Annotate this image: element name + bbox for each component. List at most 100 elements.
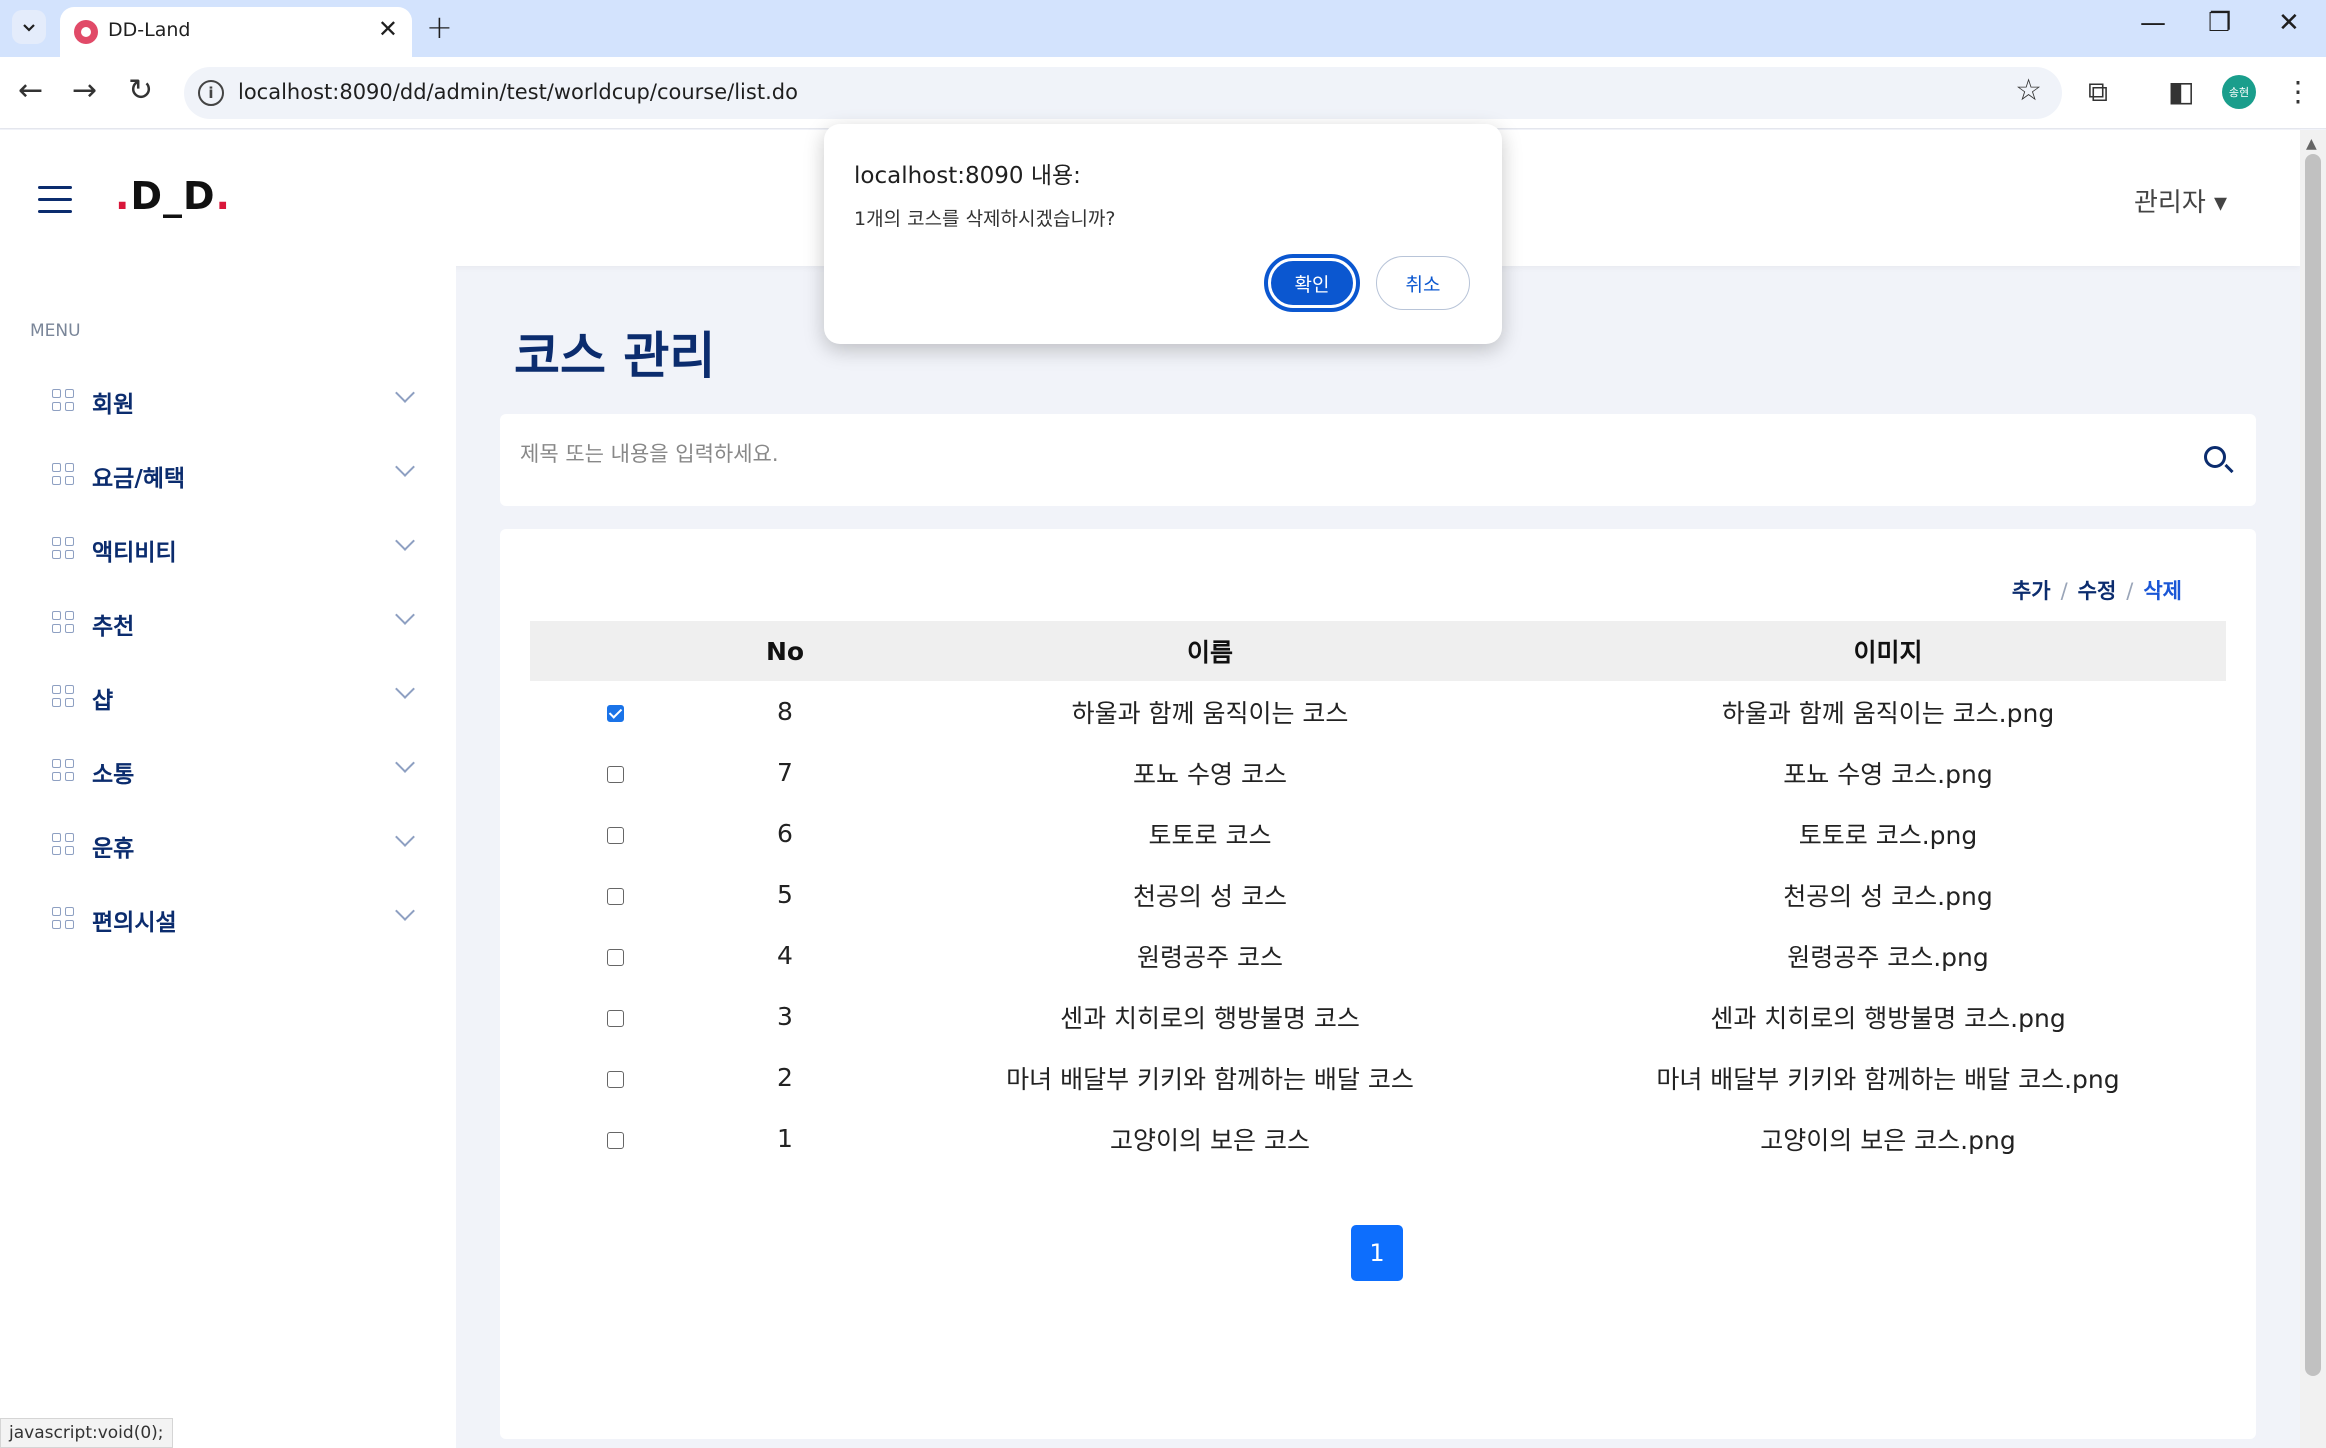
grid-icon [52,685,74,707]
confirm-ok-button[interactable]: 확인 [1264,254,1360,312]
row-checkbox[interactable] [606,887,624,905]
row-checkbox[interactable] [606,765,624,783]
column-header-select [530,621,700,681]
cell-no: 3 [777,1002,793,1031]
tab-close-icon[interactable]: ✕ [378,15,398,43]
table-row: 4 원령공주 코스 원령공주 코스.png [530,925,2226,986]
grid-icon [52,463,74,485]
cell-name: 포뇨 수영 코스 [1133,759,1287,789]
table-row: 3 센과 치히로의 행방불명 코스 센과 치히로의 행방불명 코스.png [530,986,2226,1047]
cell-image: 포뇨 수영 코스.png [1783,759,1993,789]
cell-no: 5 [777,880,793,909]
sidebar-item-label: 운휴 [92,836,135,862]
sidebar-item-member[interactable]: 회원 [52,380,415,420]
table-row: 6 토토로 코스 토토로 코스.png [530,803,2226,864]
cell-image: 마녀 배달부 키키와 함께하는 배달 코스.png [1656,1064,2120,1094]
table-actions: 추가 / 수정 / 삭제 [2012,575,2182,605]
cell-no: 6 [777,819,793,848]
cell-name: 천공의 성 코스 [1133,881,1287,911]
back-arrow-icon[interactable]: ← [18,73,43,108]
pagination-page-button[interactable]: 1 [1351,1225,1403,1281]
sidebar-item-closure[interactable]: 운휴 [52,824,415,864]
sidebar-item-community[interactable]: 소통 [52,750,415,790]
browser-menu-icon[interactable]: ⋮ [2284,75,2312,108]
window-close-button[interactable]: ✕ [2278,8,2300,38]
search-box [500,414,2256,506]
browser-tab-active[interactable]: DD-Land ✕ [60,7,412,57]
course-list-card: 추가 / 수정 / 삭제 No 이름 이미지 8 하울과 함께 움직이는 코스 하울과 … [500,529,2256,1439]
column-header-no: No [700,621,870,681]
column-header-image: 이미지 [1550,621,2226,681]
cell-image: 고양이의 보은 코스.png [1760,1125,2016,1155]
grid-icon [52,907,74,929]
page-scrollbar[interactable]: ▲ [2300,130,2326,1448]
scrollbar-thumb[interactable] [2305,154,2321,1376]
cell-name: 토토로 코스 [1148,820,1272,850]
add-link[interactable]: 추가 [2012,579,2051,603]
grid-icon [52,833,74,855]
restore-button[interactable]: ❐ [2208,8,2231,38]
row-checkbox[interactable] [606,1009,624,1027]
course-table: No 이름 이미지 8 하울과 함께 움직이는 코스 하울과 함께 움직이는 코… [530,621,2226,1169]
grid-icon [52,537,74,559]
sidebar-item-fees[interactable]: 요금/혜택 [52,454,415,494]
table-row: 7 포뇨 수영 코스 포뇨 수영 코스.png [530,742,2226,803]
row-checkbox[interactable] [606,948,624,966]
sidebar-item-label: 액티비티 [92,540,177,566]
tab-title: DD-Land [108,19,191,41]
admin-dropdown[interactable]: 관리자 ▾ [2134,182,2227,219]
side-panel-icon[interactable]: ◧ [2168,75,2194,108]
row-checkbox[interactable] [606,704,624,722]
sidebar: MENU 회원 요금/혜택 액티비티 추천 샵 소통 운휴 편의시설 [0,266,456,1448]
search-icon[interactable] [2204,446,2226,468]
sidebar-item-label: 추천 [92,614,135,640]
sidebar-item-activity[interactable]: 액티비티 [52,528,415,568]
site-favicon-icon [74,20,98,44]
tab-search-button[interactable] [12,10,46,44]
row-checkbox[interactable] [606,1070,624,1088]
cell-name: 센과 치히로의 행방불명 코스 [1060,1003,1360,1033]
reload-icon[interactable]: ↻ [128,73,153,108]
search-input[interactable] [520,442,2160,466]
hamburger-menu-icon[interactable] [38,186,72,222]
sidebar-item-label: 요금/혜택 [92,466,186,492]
dialog-message: 1개의 코스를 삭제하시겠습니까? [854,208,1116,230]
bookmark-star-icon[interactable]: ☆ [2015,73,2042,108]
profile-avatar[interactable]: 송현 [2222,75,2256,109]
table-row: 5 천공의 성 코스 천공의 성 코스.png [530,864,2226,925]
row-checkbox[interactable] [606,1131,624,1149]
row-checkbox[interactable] [606,826,624,844]
table-header-row: No 이름 이미지 [530,621,2226,681]
action-separator: / [2126,579,2134,603]
sidebar-item-facilities[interactable]: 편의시설 [52,898,415,938]
cell-image: 하울과 함께 움직이는 코스.png [1721,698,2055,728]
edit-link[interactable]: 수정 [2078,579,2117,603]
address-bar[interactable]: i localhost:8090/dd/admin/test/worldcup/… [184,67,2062,119]
cell-no: 8 [777,697,793,726]
scroll-up-arrow-icon[interactable]: ▲ [2306,136,2317,152]
table-row: 2 마녀 배달부 키키와 함께하는 배달 코스 마녀 배달부 키키와 함께하는 … [530,1047,2226,1108]
extensions-icon[interactable]: ⧉ [2088,75,2108,109]
delete-link[interactable]: 삭제 [2143,579,2182,603]
grid-icon [52,759,74,781]
url-text[interactable]: localhost:8090/dd/admin/test/worldcup/co… [238,80,798,104]
cell-no: 2 [777,1063,793,1092]
sidebar-item-recommend[interactable]: 추천 [52,602,415,642]
confirm-dialog: localhost:8090 내용: 1개의 코스를 삭제하시겠습니까? 확인 … [824,124,1502,344]
minimize-button[interactable]: — [2140,8,2166,38]
forward-arrow-icon[interactable]: → [72,73,97,108]
site-logo[interactable]: .D_D. [115,174,231,218]
site-info-icon[interactable]: i [198,80,224,106]
table-row: 8 하울과 함께 움직이는 코스 하울과 함께 움직이는 코스.png [530,681,2226,742]
grid-icon [52,389,74,411]
sidebar-item-shop[interactable]: 샵 [52,676,415,716]
chevron-down-icon [395,383,415,403]
page-title: 코스 관리 [514,327,716,385]
new-tab-button[interactable]: + [426,8,453,46]
action-separator: / [2060,579,2068,603]
confirm-cancel-button[interactable]: 취소 [1376,256,1470,310]
browser-tabstrip: DD-Land ✕ + — ❐ ✕ [0,0,2326,57]
chevron-down-icon [395,531,415,551]
sidebar-item-label: 회원 [92,392,135,418]
cell-name: 마녀 배달부 키키와 함께하는 배달 코스 [1006,1064,1414,1094]
